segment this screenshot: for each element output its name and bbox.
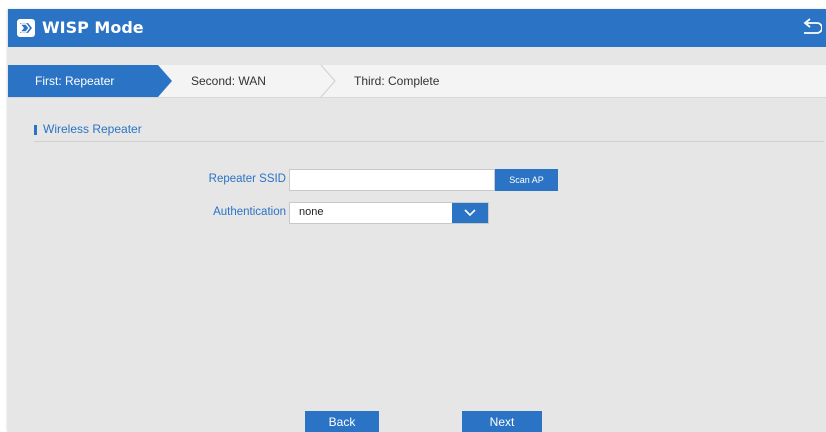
dropdown-button[interactable] bbox=[452, 203, 488, 223]
step-second-wan[interactable]: Second: WAN bbox=[191, 65, 266, 97]
title-bar: WISP Mode bbox=[8, 9, 826, 47]
step-first-repeater[interactable]: First: Repeater bbox=[35, 65, 114, 97]
step-wizard: First: Repeater Second: WAN Third: Compl… bbox=[8, 65, 826, 98]
authentication-select[interactable]: none bbox=[289, 202, 489, 224]
repeater-ssid-label: Repeater SSID bbox=[208, 173, 286, 185]
return-arrow-icon[interactable] bbox=[800, 18, 822, 38]
scan-ap-button[interactable]: Scan AP bbox=[495, 169, 558, 191]
step-divider bbox=[320, 65, 336, 97]
chevron-down-icon bbox=[464, 209, 476, 217]
repeater-ssid-input[interactable] bbox=[289, 169, 495, 191]
back-button[interactable]: Back bbox=[305, 411, 379, 432]
page-title: WISP Mode bbox=[42, 18, 144, 37]
authentication-label: Authentication bbox=[213, 206, 286, 218]
section-title: Wireless Repeater bbox=[43, 122, 142, 136]
section-header: Wireless Repeater bbox=[34, 121, 824, 142]
authentication-value: none bbox=[299, 206, 324, 218]
step-third-complete[interactable]: Third: Complete bbox=[354, 65, 439, 97]
wisp-logo-icon bbox=[17, 19, 35, 37]
section-marker bbox=[34, 125, 37, 135]
wisp-window: WISP Mode First: Repeater Second: WAN Th… bbox=[8, 9, 826, 432]
next-button[interactable]: Next bbox=[462, 411, 542, 432]
